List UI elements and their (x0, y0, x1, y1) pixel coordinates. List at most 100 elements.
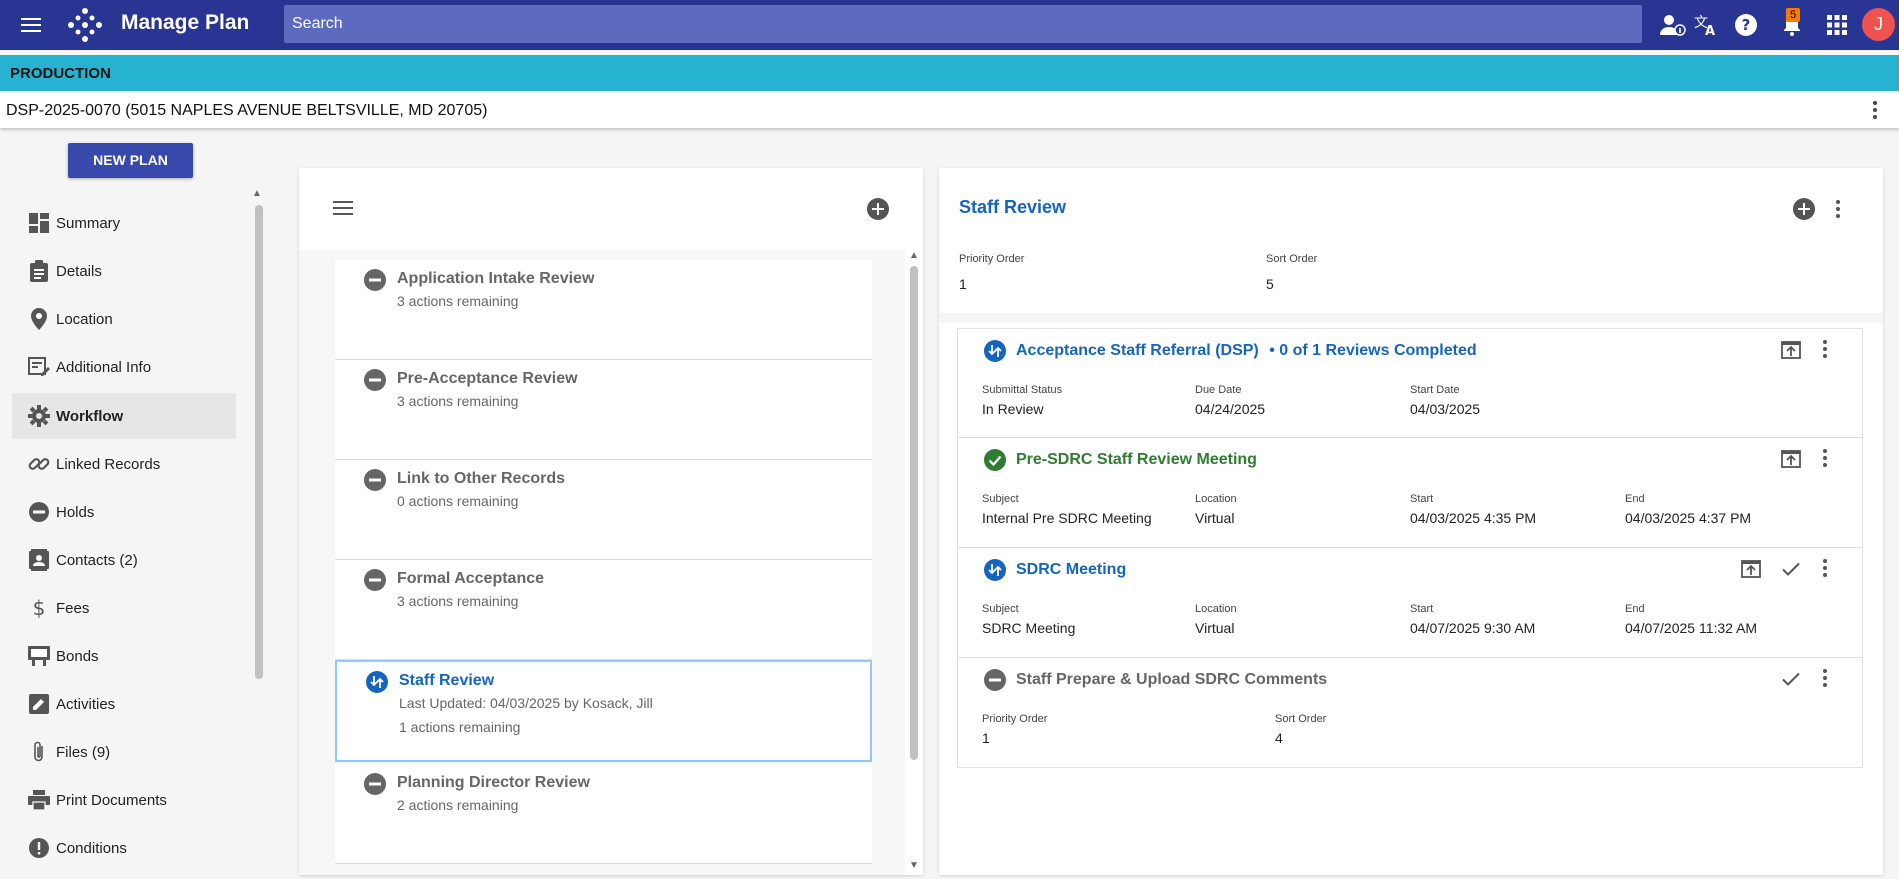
minus-circle-icon (26, 499, 52, 525)
sidebar-item-linked-records[interactable]: Linked Records (12, 441, 236, 487)
completed-check-icon (984, 449, 1006, 476)
add-action-icon[interactable] (1793, 198, 1815, 225)
priority-order-value: 1 (959, 276, 967, 292)
sidebar-item-fees[interactable]: $ Fees (12, 585, 236, 631)
not-started-icon (364, 469, 386, 496)
action-title[interactable]: Pre-SDRC Staff Review Meeting (1016, 451, 1257, 469)
sidebar-item-workflow[interactable]: Workflow (12, 393, 236, 439)
action-more-icon[interactable] (1822, 339, 1828, 364)
action-title[interactable]: SDRC Meeting (1016, 561, 1126, 579)
user-avatar[interactable]: J (1862, 8, 1895, 41)
task-name: Pre-Acceptance Review (397, 370, 578, 387)
action-card[interactable]: Acceptance Staff Referral (DSP) • 0 of 1… (957, 328, 1863, 438)
field-value: 04/24/2025 (1195, 401, 1266, 417)
field-value: 04/03/2025 (1410, 401, 1481, 417)
field-label: Subject (982, 493, 1019, 505)
workflow-task-panel: Application Intake Review 3 actions rema… (299, 168, 923, 875)
sidebar-item-print-documents[interactable]: Print Documents (12, 777, 236, 823)
paperclip-icon (26, 739, 52, 765)
open-icon[interactable] (1740, 558, 1762, 585)
task-item[interactable]: Planning Director Review 2 actions remai… (335, 764, 872, 864)
printer-icon (26, 787, 52, 813)
action-card[interactable]: Pre-SDRC Staff Review Meeting Subject In… (957, 438, 1863, 548)
dollar-icon: $ (26, 595, 52, 621)
action-title[interactable]: Acceptance Staff Referral (DSP) • 0 of 1… (1016, 342, 1477, 360)
apps-grid-icon[interactable] (1823, 11, 1851, 39)
reviews-completed-text: • 0 of 1 Reviews Completed (1269, 342, 1477, 359)
bond-icon (26, 643, 52, 669)
environment-banner: PRODUCTION (0, 55, 1899, 91)
action-more-icon[interactable] (1822, 558, 1828, 583)
task-list: Application Intake Review 3 actions rema… (299, 250, 905, 875)
task-list-scrollbar[interactable] (910, 266, 918, 760)
in-progress-icon (366, 671, 388, 698)
list-menu-icon[interactable] (333, 200, 353, 221)
sidebar-item-location[interactable]: Location (12, 296, 236, 342)
open-icon[interactable] (1780, 448, 1802, 475)
priority-order-label: Priority Order (959, 253, 1025, 265)
task-remaining: 3 actions remaining (397, 293, 519, 309)
sidebar-item-files[interactable]: Files (9) (12, 729, 236, 775)
task-item[interactable]: Formal Acceptance 3 actions remaining (335, 560, 872, 660)
not-started-icon (364, 569, 386, 596)
task-scroll-down-icon[interactable]: ▼ (909, 860, 919, 871)
sidebar-item-holds[interactable]: Holds (12, 489, 236, 535)
sidebar-nav: Summary Details Location Additional Info… (12, 200, 237, 879)
detail-more-icon[interactable] (1835, 199, 1841, 224)
complete-check-icon[interactable] (1780, 668, 1802, 695)
sort-order-label: Sort Order (1266, 253, 1318, 265)
task-remaining: 3 actions remaining (397, 593, 519, 609)
task-remaining: 2 actions remaining (397, 797, 519, 813)
edit-square-icon (26, 691, 52, 717)
task-name: Planning Director Review (397, 774, 590, 791)
action-more-icon[interactable] (1822, 448, 1828, 473)
sidebar-item-details[interactable]: Details (12, 248, 236, 294)
task-scroll-up-icon[interactable]: ▲ (909, 250, 919, 261)
add-task-icon[interactable] (867, 198, 889, 225)
field-value: SDRC Meeting (982, 620, 1076, 636)
task-item[interactable]: Application Intake Review 3 actions rema… (335, 260, 872, 360)
task-item[interactable]: Pre-Acceptance Review 3 actions remainin… (335, 360, 872, 460)
sidebar-scrollbar[interactable] (255, 205, 263, 679)
user-info-icon[interactable] (1659, 11, 1687, 39)
sidebar-item-label: Location (56, 310, 113, 328)
sidebar-scroll-up-icon[interactable]: ▲ (252, 188, 262, 199)
sidebar-item-bonds[interactable]: Bonds (12, 633, 236, 679)
search-input[interactable]: Search (284, 5, 1642, 43)
sidebar-item-additional-info[interactable]: Additional Info (12, 344, 236, 390)
task-item-selected[interactable]: Staff Review Last Updated: 04/03/2025 by… (335, 660, 872, 762)
sidebar-item-label: Files (9) (56, 743, 111, 761)
action-list: Acceptance Staff Referral (DSP) • 0 of 1… (957, 328, 1863, 768)
field-value: 4 (1275, 730, 1283, 746)
action-card[interactable]: SDRC Meeting Subject SDRC Meeting Locati… (957, 548, 1863, 658)
field-label: Sort Order (1275, 713, 1327, 725)
field-label: Priority Order (982, 713, 1048, 725)
open-icon[interactable] (1780, 339, 1802, 366)
record-more-icon[interactable] (1872, 99, 1878, 126)
sidebar-item-summary[interactable]: Summary (12, 200, 236, 246)
task-name: Formal Acceptance (397, 570, 545, 587)
complete-check-icon[interactable] (1780, 558, 1802, 585)
help-icon[interactable]: ? (1732, 11, 1760, 39)
link-icon (26, 451, 52, 477)
translate-icon[interactable]: 文A (1692, 11, 1720, 39)
sidebar-item-label: Activities (56, 695, 116, 713)
action-more-icon[interactable] (1822, 668, 1828, 693)
field-label: End (1625, 493, 1645, 505)
not-started-icon (364, 773, 386, 800)
sidebar-item-label: Workflow (56, 407, 124, 425)
sidebar-item-label: Additional Info (56, 358, 152, 376)
svg-text:$: $ (33, 597, 46, 619)
task-item[interactable]: Link to Other Records 0 actions remainin… (335, 460, 872, 560)
not-started-icon (364, 269, 386, 296)
environment-label: PRODUCTION (10, 65, 111, 82)
task-name: Application Intake Review (397, 270, 595, 287)
action-card[interactable]: Staff Prepare & Upload SDRC Comments Pri… (957, 658, 1863, 768)
action-title[interactable]: Staff Prepare & Upload SDRC Comments (1016, 671, 1327, 689)
sidebar-item-contacts[interactable]: Contacts (2) (12, 537, 236, 583)
sidebar-item-label: Holds (56, 503, 95, 521)
sidebar-item-conditions[interactable]: Conditions (12, 825, 236, 871)
menu-icon[interactable] (18, 12, 44, 38)
sidebar-item-activities[interactable]: Activities (12, 681, 236, 727)
new-plan-button[interactable]: NEW PLAN (68, 143, 193, 178)
